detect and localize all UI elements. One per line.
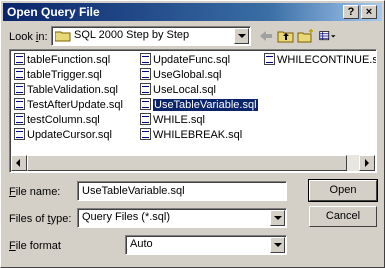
file-format-dropdown-button[interactable]: [270, 237, 285, 253]
file-item[interactable]: WHILEBREAK.sql: [140, 128, 258, 143]
sql-file-icon: [140, 83, 151, 95]
look-in-value: SQL 2000 Step by Step: [74, 29, 190, 41]
sql-file-icon: [140, 53, 151, 65]
look-in-dropdown-button[interactable]: [234, 28, 249, 44]
help-button[interactable]: ?: [343, 5, 359, 19]
file-format-combo[interactable]: Auto: [125, 235, 287, 255]
file-item[interactable]: UseGlobal.sql: [140, 68, 258, 83]
sql-file-icon: [14, 83, 25, 95]
window-title: Open Query File: [7, 5, 100, 19]
file-name-label: File name:: [9, 186, 61, 198]
file-item[interactable]: WHILECONTINUE.sql: [264, 53, 376, 68]
open-query-dialog: Open Query File ? × Look in: SQL 2000 St…: [0, 0, 385, 268]
file-column-1: tableFunction.sql tableTrigger.sql Table…: [14, 53, 123, 143]
close-button[interactable]: ×: [361, 5, 377, 19]
file-type-label: Files of type:: [9, 213, 72, 225]
file-item[interactable]: WHILE.sql: [140, 113, 258, 128]
file-item[interactable]: testColumn.sql: [14, 113, 123, 128]
new-folder-icon[interactable]: [297, 28, 315, 44]
open-button[interactable]: Open: [308, 179, 378, 202]
sql-file-icon: [140, 128, 151, 140]
file-item-selected[interactable]: UseTableVariable.sql: [140, 98, 258, 113]
file-item[interactable]: UpdateCursor.sql: [14, 128, 123, 143]
scroll-left-button[interactable]: [11, 155, 27, 171]
sql-file-icon: [14, 128, 25, 140]
look-in-label: Look in:: [9, 31, 48, 43]
sql-file-icon: [140, 98, 151, 110]
horizontal-scrollbar[interactable]: [11, 155, 375, 171]
cancel-button[interactable]: Cancel: [309, 206, 377, 227]
sql-file-icon: [14, 98, 25, 110]
file-type-dropdown-button[interactable]: [270, 210, 285, 226]
file-type-combo[interactable]: Query Files (*.sql): [77, 208, 287, 228]
file-name-input[interactable]: UseTableVariable.sql: [77, 181, 287, 201]
sql-file-icon: [14, 68, 25, 80]
title-bar[interactable]: Open Query File ? ×: [3, 3, 382, 21]
sql-file-icon: [14, 53, 25, 65]
file-item[interactable]: tableTrigger.sql: [14, 68, 123, 83]
back-icon[interactable]: [257, 28, 275, 44]
sql-file-icon: [140, 113, 151, 125]
look-in-combo[interactable]: SQL 2000 Step by Step: [51, 26, 251, 46]
file-item[interactable]: UpdateFunc.sql: [140, 53, 258, 68]
file-item[interactable]: tableFunction.sql: [14, 53, 123, 68]
file-column-2: UpdateFunc.sql UseGlobal.sql UseLocal.sq…: [140, 53, 258, 143]
sql-file-icon: [264, 53, 275, 65]
file-format-label: File format: [9, 240, 61, 252]
file-column-3: WHILECONTINUE.sql: [264, 53, 376, 68]
sql-file-icon: [14, 113, 25, 125]
sql-file-icon: [140, 68, 151, 80]
file-list[interactable]: tableFunction.sql tableTrigger.sql Table…: [9, 49, 377, 173]
file-item[interactable]: TestAfterUpdate.sql: [14, 98, 123, 113]
file-item[interactable]: TableValidation.sql: [14, 83, 123, 98]
views-menu-icon[interactable]: [319, 28, 337, 44]
file-item[interactable]: UseLocal.sql: [140, 83, 258, 98]
scroll-thumb[interactable]: [27, 155, 347, 171]
folder-icon: [55, 31, 71, 42]
scroll-right-button[interactable]: [359, 155, 375, 171]
up-folder-icon[interactable]: [277, 28, 295, 44]
